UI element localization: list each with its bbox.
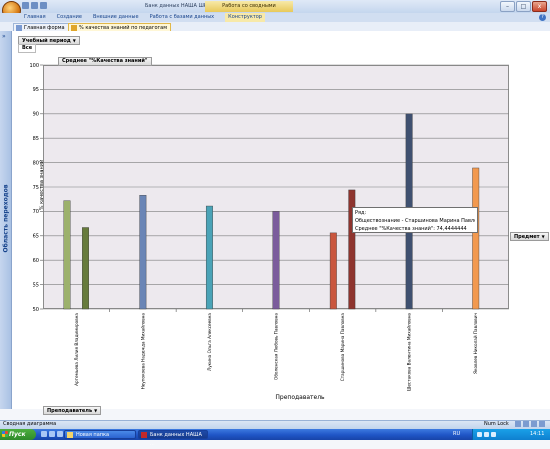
num-lock-indicator: Num Lock xyxy=(484,421,509,427)
view-pivot-table-icon[interactable] xyxy=(515,421,521,427)
status-text: Сводная диаграмма xyxy=(3,421,57,427)
bar xyxy=(329,232,337,310)
y-tick-label: 100 xyxy=(29,63,39,69)
view-switcher xyxy=(515,421,545,427)
browser-icon[interactable] xyxy=(49,431,55,437)
explorer-icon[interactable] xyxy=(57,431,63,437)
y-tick-label: 90 xyxy=(33,112,39,118)
bar xyxy=(472,167,480,310)
y-tick-label: 60 xyxy=(33,258,39,264)
network-icon[interactable] xyxy=(477,432,482,437)
x-tick-label: Старшинова Марина Павловна xyxy=(340,313,345,382)
quick-launch xyxy=(41,431,63,437)
data-field-button[interactable]: Среднее "%Качества знаний" xyxy=(58,57,152,66)
view-sql-icon[interactable] xyxy=(539,421,545,427)
taskbar-item-folder[interactable]: Новая папка xyxy=(64,430,136,439)
dropdown-arrow-icon: ▼ xyxy=(94,408,98,413)
tray-icons xyxy=(477,432,496,437)
volume-icon[interactable] xyxy=(484,432,489,437)
dropdown-arrow-icon: ▼ xyxy=(541,234,545,239)
y-tick-label: 95 xyxy=(33,87,39,93)
category-field-label: Преподаватель xyxy=(47,408,93,414)
tooltip-line: Обществознание - Старшинова Марина Павло… xyxy=(355,218,475,224)
taskbar-item-access[interactable]: Банк данных НАША ... xyxy=(138,430,208,447)
bar xyxy=(63,200,71,310)
bar xyxy=(205,205,213,310)
x-tick-label: Неупокоева Надежда Михайловна xyxy=(140,313,145,390)
category-field-button[interactable]: Преподаватель ▼ xyxy=(43,406,102,415)
folder-icon xyxy=(67,432,73,438)
tooltip-line: Ряд: xyxy=(355,210,367,216)
bar xyxy=(139,195,147,310)
chart-tooltip: Ряд: Обществознание - Старшинова Марина … xyxy=(352,207,478,233)
bar xyxy=(272,211,280,310)
x-tick-label: Артемьева Лилия Владимировна xyxy=(74,313,79,386)
view-design-icon[interactable] xyxy=(531,421,537,427)
windows-logo-icon xyxy=(2,431,8,437)
language-indicator[interactable]: RU xyxy=(453,429,460,440)
x-axis-title: Преподаватель xyxy=(275,394,325,401)
series-field-button[interactable]: Предмет ▼ xyxy=(510,232,549,241)
x-tick-label: Яковлев Николай Павлович xyxy=(473,312,478,373)
x-tick-label: Оболенская Любовь Павловна xyxy=(274,313,279,380)
view-pivot-chart-icon[interactable] xyxy=(523,421,529,427)
security-icon[interactable] xyxy=(491,432,496,437)
y-axis-title: % качества знаний xyxy=(39,159,45,211)
x-tick-label: Шестакова Валентина Михайловна xyxy=(407,313,412,392)
bar xyxy=(82,227,89,310)
x-tick-label: Лукина Ольга Алексеевна xyxy=(207,313,212,371)
access-icon xyxy=(141,432,147,438)
series-field-label: Предмет xyxy=(514,234,540,240)
taskbar-item-label: Новая папка xyxy=(76,432,110,438)
y-tick-label: 50 xyxy=(33,307,39,313)
clock: 14:11 xyxy=(530,431,545,437)
status-bar xyxy=(0,420,550,429)
y-tick-label: 55 xyxy=(33,282,39,288)
tooltip-line: Среднее "%Качества знаний": 74,4444444 xyxy=(355,226,467,232)
desktop-icon[interactable] xyxy=(41,431,47,437)
